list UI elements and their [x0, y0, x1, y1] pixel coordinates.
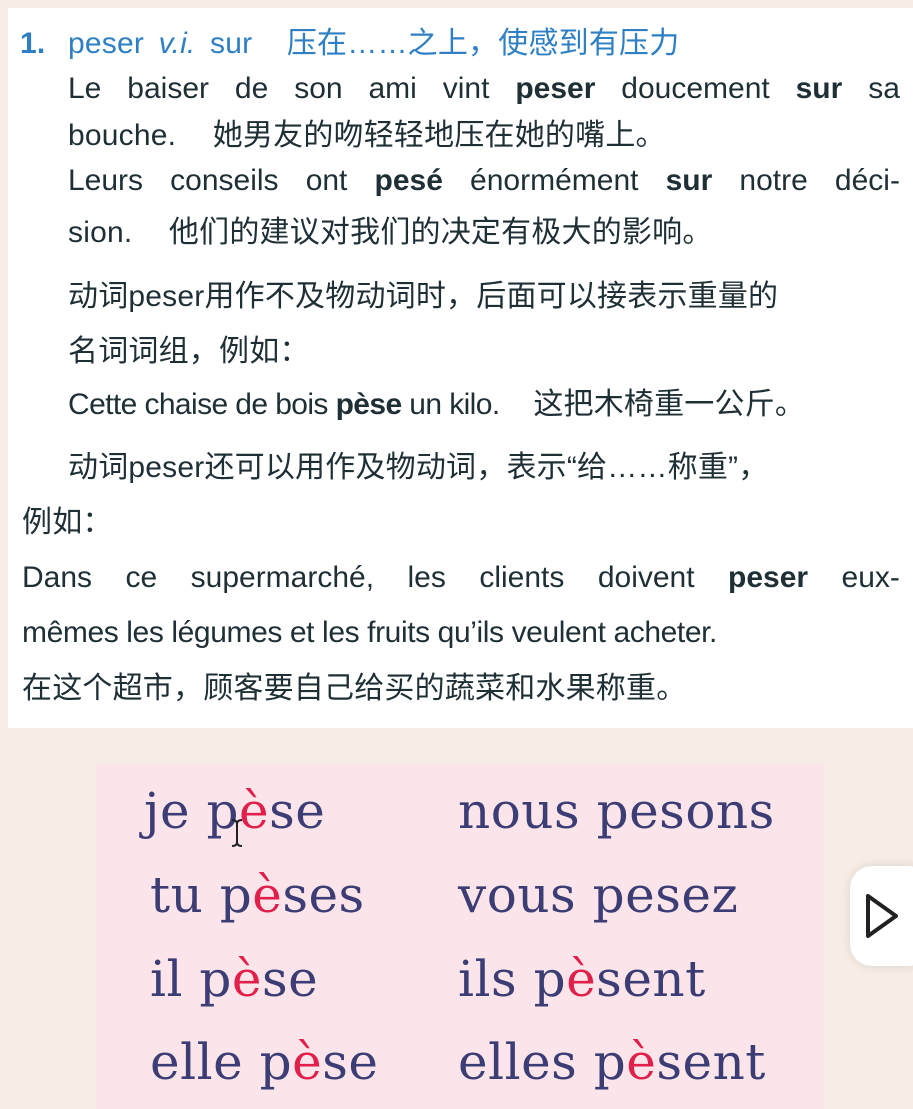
example-2-line-1: Leurs conseils ont pesé énormément sur n…	[68, 164, 900, 197]
conj-tu: tu pèses	[150, 866, 365, 924]
text-cursor-icon	[230, 818, 244, 855]
example-4-translation: 在这个超市，顾客要自己给买的蔬菜和水果称重。	[22, 672, 687, 705]
conj-ils: ils pèsent	[458, 950, 706, 1008]
gloss: 压在……之上，使感到有压力	[286, 27, 680, 60]
example-1-translation: 她男友的吻轻轻地压在她的嘴上。	[212, 119, 666, 152]
conjugation-table: je pèse nous pesons tu pèses vous pesez …	[96, 763, 824, 1109]
example-3: Cette chaise de bois pèse un kilo. 这把木椅重…	[68, 388, 806, 421]
entry-heading: 1. peser v.i. sur 压在……之上，使感到有压力	[20, 24, 679, 64]
example-2-translation: 他们的建议对我们的决定有极大的影响。	[168, 216, 713, 249]
part-of-speech: v.i.	[158, 27, 196, 60]
example-4-line-1: Dans ce supermarché, les clients doivent…	[22, 561, 900, 594]
conj-il: il pèse	[150, 950, 319, 1008]
note-transitive-line-2: 例如：	[22, 506, 113, 539]
play-icon	[866, 894, 898, 938]
conj-nous: nous pesons	[458, 782, 775, 840]
example-4-line-2: mêmes les légumes et les fruits qu’ils v…	[22, 616, 717, 649]
example-1-line-1: Le baiser de son ami vint peser doucemen…	[68, 72, 900, 105]
conj-vous: vous pesez	[458, 866, 739, 924]
example-1-line-2: bouche. 她男友的吻轻轻地压在她的嘴上。	[68, 119, 666, 152]
headword: peser	[67, 27, 145, 60]
note-transitive-line-1: 动词peser还可以用作及物动词，表示“给……称重”，	[68, 451, 769, 484]
conj-elle: elle pèse	[150, 1033, 379, 1091]
example-3-translation: 这把木椅重一公斤。	[533, 388, 806, 421]
example-2-line-2: sion. 他们的建议对我们的决定有极大的影响。	[68, 216, 713, 249]
video-player-button[interactable]	[850, 866, 913, 966]
note-intransitive-line-2: 名词词组，例如：	[68, 335, 310, 368]
preposition: sur	[210, 27, 253, 60]
conj-elles: elles pèsent	[458, 1033, 766, 1091]
note-intransitive-line-1: 动词peser用作不及物动词时，后面可以接表示重量的	[68, 280, 779, 313]
entry-number: 1.	[20, 27, 46, 60]
dictionary-entry: 1. peser v.i. sur 压在……之上，使感到有压力 Le baise…	[8, 8, 913, 728]
